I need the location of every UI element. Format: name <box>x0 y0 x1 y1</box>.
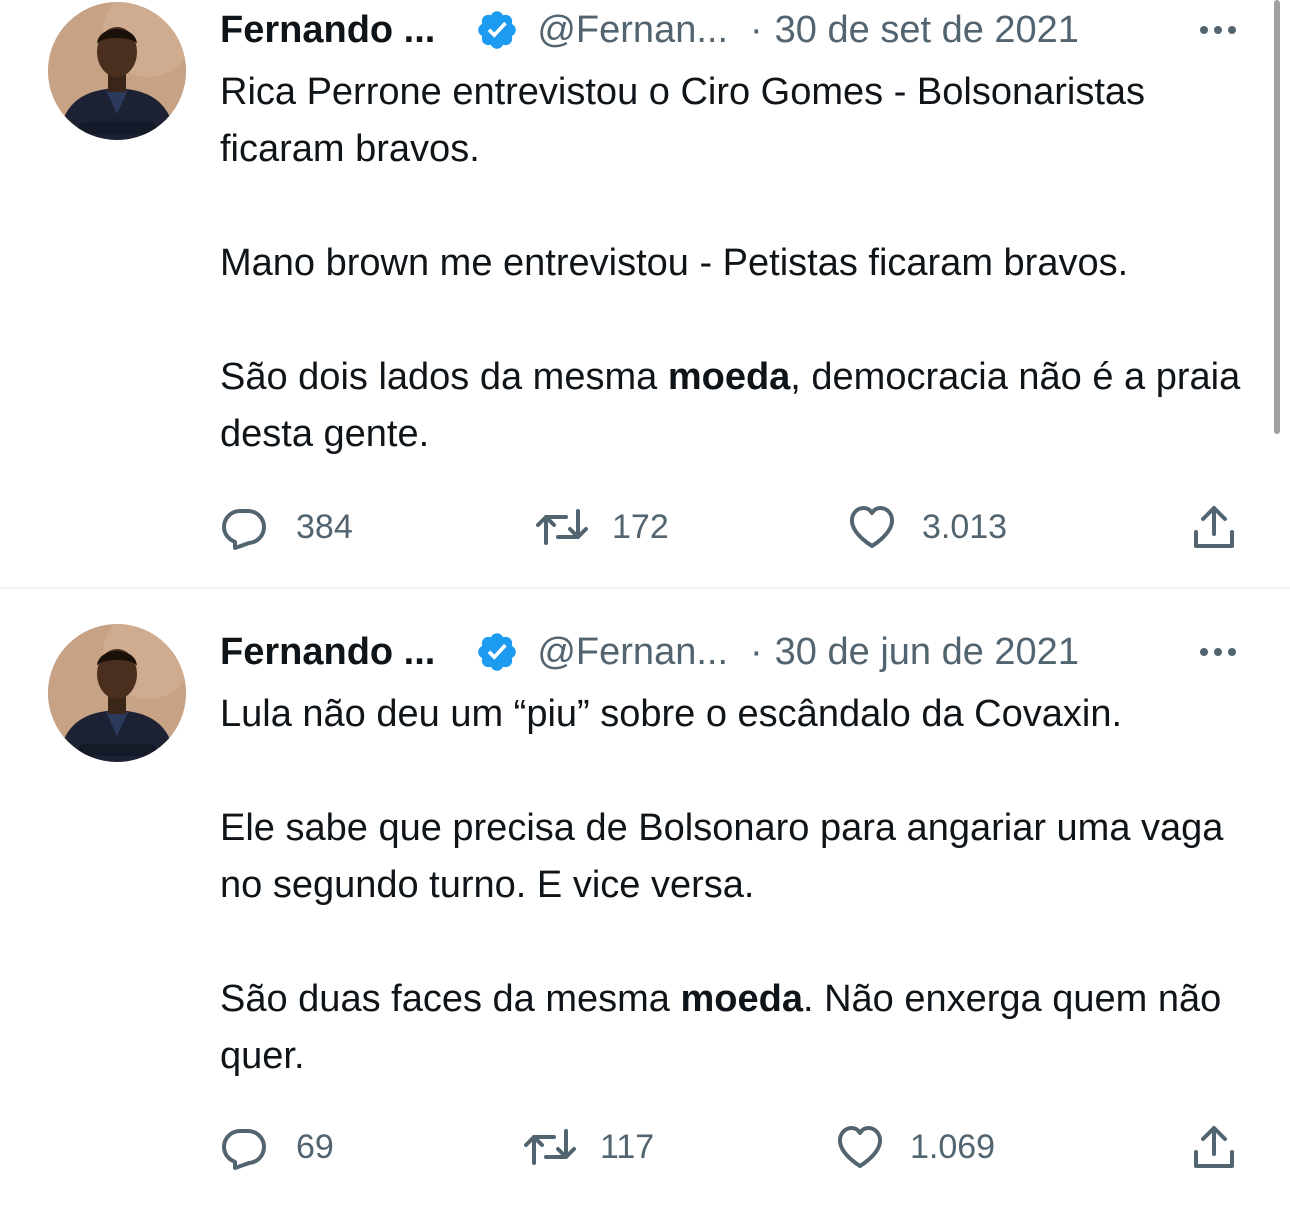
share-upload-icon <box>1192 1124 1236 1170</box>
tweet-actions: 384 172 3.013 <box>220 497 1250 557</box>
retweet-icon <box>524 1125 576 1169</box>
tweet-divider <box>0 587 1290 589</box>
tweet-text: Lula não deu um “piu” sobre o escândalo … <box>220 686 1250 1085</box>
reply-count: 69 <box>296 1127 334 1166</box>
tweet-paragraph: Ele sabe que precisa de Bolsonaro para a… <box>220 800 1250 914</box>
share-upload-icon <box>1192 504 1236 550</box>
tweet-paragraph: Mano brown me entrevistou - Petistas fic… <box>220 235 1250 292</box>
verified-badge-icon <box>475 630 519 674</box>
author-handle[interactable]: @Fernan... <box>537 631 728 674</box>
separator: · <box>750 8 763 51</box>
separator: · <box>750 630 763 673</box>
retweet-button[interactable]: 117 <box>524 1117 654 1177</box>
retweet-count: 117 <box>600 1127 655 1166</box>
reply-button[interactable]: 69 <box>220 1117 334 1177</box>
heart-icon <box>848 504 896 550</box>
verified-badge-icon <box>475 8 519 52</box>
tweet-text: Rica Perrone entrevistou o Ciro Gomes - … <box>220 64 1250 463</box>
author-name[interactable]: Fernando ... <box>220 9 435 52</box>
more-dots-icon[interactable] <box>1196 2 1240 58</box>
more-dots-icon[interactable] <box>1196 624 1240 680</box>
tweet-paragraph: São duas faces da mesma moeda. Não enxer… <box>220 971 1250 1085</box>
reply-bubble-icon <box>220 1123 268 1171</box>
text-segment: São duas faces da mesma <box>220 978 681 1020</box>
tweet-actions: 69 117 1.069 <box>220 1117 1250 1177</box>
retweet-button[interactable]: 172 <box>536 497 669 557</box>
bold-text: moeda <box>680 978 803 1020</box>
text-segment: Lula não deu um “piu” sobre o escândalo … <box>220 693 1123 735</box>
author-name[interactable]: Fernando ... <box>220 631 435 674</box>
share-button[interactable] <box>1192 497 1236 557</box>
tweet-date[interactable]: 30 de jun de 2021 <box>775 631 1079 674</box>
avatar[interactable] <box>48 624 186 762</box>
reply-button[interactable]: 384 <box>220 497 353 557</box>
tweet[interactable]: Fernando ... @Fernan... · 30 de set de 2… <box>0 0 1290 588</box>
tweet-header: Fernando ... @Fernan... · 30 de jun de 2… <box>220 624 1240 680</box>
retweet-count: 172 <box>612 507 669 546</box>
text-segment: Mano brown me entrevistou - Petistas fic… <box>220 242 1129 284</box>
scrollbar[interactable] <box>1274 0 1280 434</box>
tweet-date[interactable]: 30 de set de 2021 <box>775 9 1079 52</box>
author-handle[interactable]: @Fernan... <box>537 9 728 52</box>
reply-count: 384 <box>296 507 353 546</box>
tweet-header: Fernando ... @Fernan... · 30 de set de 2… <box>220 2 1240 58</box>
like-count: 3.013 <box>922 507 1008 546</box>
reply-bubble-icon <box>220 503 268 551</box>
tweet[interactable]: Fernando ... @Fernan... · 30 de jun de 2… <box>0 590 1290 1205</box>
text-segment: São dois lados da mesma <box>220 356 668 398</box>
bold-text: moeda <box>667 356 791 398</box>
text-segment: Ele sabe que precisa de Bolsonaro para a… <box>220 807 1224 906</box>
like-count: 1.069 <box>910 1127 996 1166</box>
text-segment: Rica Perrone entrevistou o Ciro Gomes - … <box>220 71 1146 170</box>
tweet-paragraph: Rica Perrone entrevistou o Ciro Gomes - … <box>220 64 1250 178</box>
share-button[interactable] <box>1192 1117 1236 1177</box>
tweet-paragraph: São dois lados da mesma moeda, democraci… <box>220 349 1250 463</box>
retweet-icon <box>536 505 588 549</box>
avatar[interactable] <box>48 2 186 140</box>
tweet-paragraph: Lula não deu um “piu” sobre o escândalo … <box>220 686 1250 743</box>
like-button[interactable]: 1.069 <box>836 1117 995 1177</box>
like-button[interactable]: 3.013 <box>848 497 1007 557</box>
heart-icon <box>836 1124 884 1170</box>
